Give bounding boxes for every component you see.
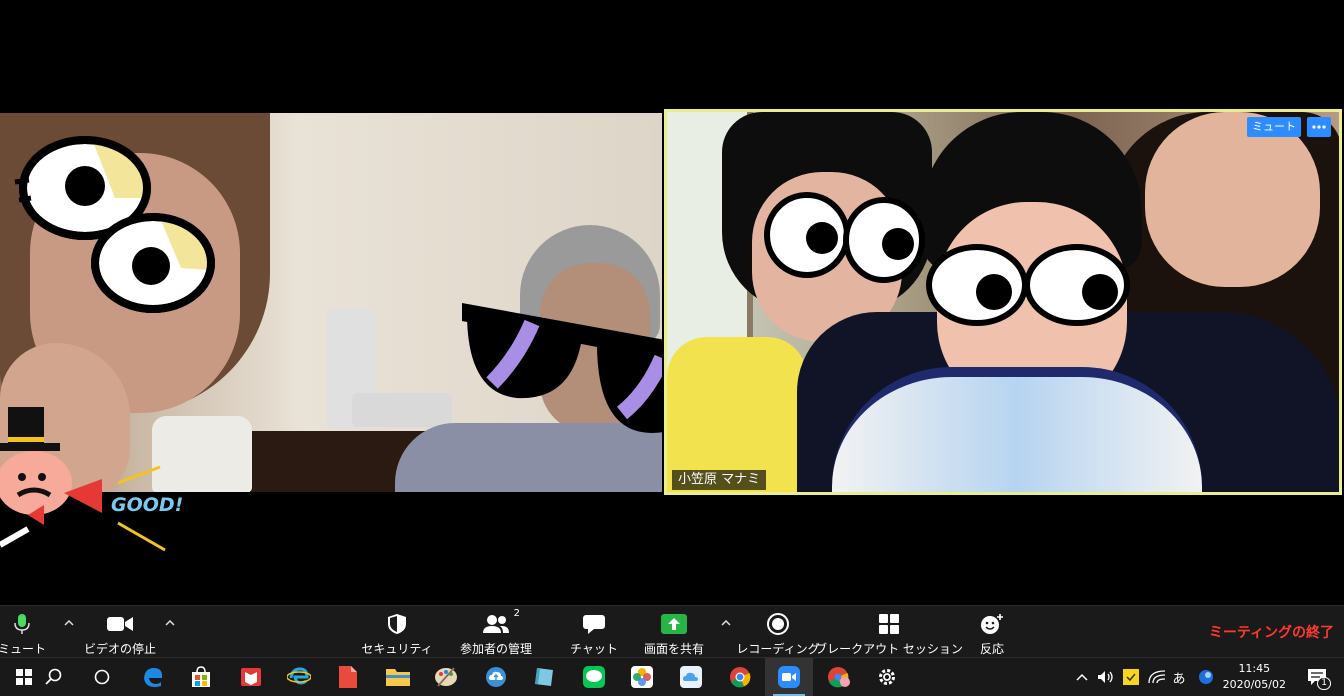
chat-button[interactable]: チャット xyxy=(566,606,622,658)
cloud-icon xyxy=(680,666,702,688)
icloud-app[interactable] xyxy=(667,658,715,696)
participants-icon xyxy=(483,615,509,633)
zoom-app[interactable] xyxy=(765,658,813,696)
internet-explorer-icon xyxy=(287,667,311,685)
store-app[interactable] xyxy=(177,658,225,696)
microphone-icon xyxy=(14,614,30,634)
folder-icon xyxy=(386,669,410,686)
cartoon-eyes-sticker-2 xyxy=(764,192,925,283)
manage-participants-button[interactable]: 2 参加者の管理 xyxy=(452,606,540,658)
chrome-profile-app[interactable] xyxy=(815,658,863,696)
zoom-camera-icon xyxy=(778,666,800,688)
chevron-up-icon xyxy=(64,620,74,626)
more-options-icon[interactable] xyxy=(1307,117,1331,137)
file-explorer-app[interactable] xyxy=(374,658,422,696)
sticky-notes-tray[interactable] xyxy=(1120,658,1142,696)
sunglasses-sticker xyxy=(462,303,662,433)
reactions-button[interactable]: 反応 xyxy=(970,606,1014,658)
task-view-button[interactable] xyxy=(78,658,126,696)
breakout-session-button[interactable]: ブレークアウト セッション xyxy=(815,606,963,658)
participant-video-right[interactable]: 小笠原 マナミ ミュート xyxy=(664,109,1342,495)
paint-palette-icon xyxy=(435,667,457,687)
video-options-caret[interactable] xyxy=(163,616,177,630)
sticky-note-icon xyxy=(1123,669,1139,685)
magician-good-sticker xyxy=(0,407,166,552)
smiley-add-icon xyxy=(981,614,1003,634)
stop-video-button[interactable]: ビデオの停止 xyxy=(80,606,160,658)
show-hidden-icons-button[interactable] xyxy=(1073,658,1091,696)
chevron-up-icon xyxy=(165,620,175,626)
chevron-up-icon xyxy=(1076,673,1088,681)
cartoon-eyes-sticker xyxy=(14,136,215,313)
video-gallery: GOOD! 小笠原 マナミ ミュート xyxy=(0,0,1344,605)
wifi-icon xyxy=(1148,670,1166,684)
volume-button[interactable] xyxy=(1095,658,1117,696)
line-app[interactable] xyxy=(570,658,618,696)
share-screen-icon xyxy=(661,614,687,634)
wifi-button[interactable] xyxy=(1146,658,1168,696)
chat-bubble-icon xyxy=(583,615,605,634)
app-tray-icon xyxy=(1199,670,1213,684)
pdf-app[interactable] xyxy=(324,658,372,696)
participant-name-label: 小笠原 マナミ xyxy=(672,470,767,490)
cloud-upload-icon xyxy=(486,667,506,687)
task-view-icon xyxy=(94,669,110,685)
system-clock[interactable]: 11:45 2020/05/02 xyxy=(1223,661,1286,693)
paint-app[interactable] xyxy=(422,658,470,696)
photos-app[interactable] xyxy=(618,658,666,696)
onedrive-tray[interactable] xyxy=(1195,658,1217,696)
chevron-up-icon xyxy=(721,620,731,626)
store-bag-icon xyxy=(192,666,210,687)
end-meeting-button[interactable]: ミーティングの終了 xyxy=(1209,622,1334,642)
book-icon xyxy=(241,668,261,686)
notes-app[interactable] xyxy=(520,658,568,696)
reader-app[interactable] xyxy=(227,658,275,696)
audio-options-caret[interactable] xyxy=(62,616,76,630)
phone-shape xyxy=(352,393,452,427)
taskbar-search-button[interactable] xyxy=(30,658,78,696)
meeting-controls-toolbar: ミュート ビデオの停止 セキュリティ 2 参加者の管理 チャット 画面を共有 レ… xyxy=(0,605,1344,658)
pdf-document-icon xyxy=(339,666,357,688)
edge-app[interactable] xyxy=(129,658,177,696)
security-button[interactable]: セキュリティ xyxy=(361,606,433,658)
edge-browser-icon xyxy=(144,668,163,687)
record-icon xyxy=(767,613,789,635)
breakout-grid-icon xyxy=(879,614,899,634)
internet-explorer-app[interactable] xyxy=(275,658,323,696)
good-sticker-text: GOOD! xyxy=(111,494,184,516)
tile-mute-button[interactable]: ミュート xyxy=(1247,117,1301,137)
photos-pinwheel-icon xyxy=(631,666,653,688)
woman-face xyxy=(1145,112,1320,287)
notebook-icon xyxy=(535,668,553,686)
child-shirt-pattern xyxy=(832,367,1202,492)
settings-app[interactable] xyxy=(863,658,911,696)
cloud-upload-app[interactable] xyxy=(472,658,520,696)
search-icon xyxy=(45,668,62,685)
chrome-profile-icon xyxy=(828,667,850,688)
mute-button[interactable]: ミュート xyxy=(0,606,46,658)
gear-icon xyxy=(879,669,895,685)
windows-taskbar: あ 11:45 2020/05/02 1 xyxy=(0,657,1344,696)
recording-button[interactable]: レコーディング xyxy=(736,606,820,658)
share-screen-button[interactable]: 画面を共有 xyxy=(636,606,712,658)
speaker-icon xyxy=(1098,671,1113,683)
line-messenger-icon xyxy=(583,666,605,688)
child-shirt-yellow xyxy=(667,337,807,492)
ime-indicator[interactable]: あ xyxy=(1168,658,1190,696)
share-options-caret[interactable] xyxy=(719,616,733,630)
video-camera-icon xyxy=(107,617,133,631)
cartoon-eyes-sticker-3 xyxy=(926,244,1130,326)
chrome-browser-icon xyxy=(730,667,751,688)
participants-count-badge: 2 xyxy=(513,608,520,619)
chrome-app[interactable] xyxy=(716,658,764,696)
notification-count: 1 xyxy=(1317,677,1331,690)
shield-icon xyxy=(388,614,406,634)
action-center-button[interactable]: 1 xyxy=(1300,658,1334,696)
